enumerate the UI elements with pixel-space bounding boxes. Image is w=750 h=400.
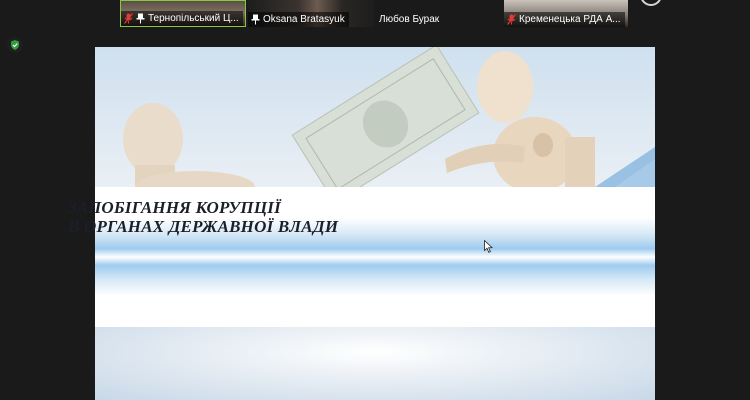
mic-muted-icon: [124, 13, 133, 24]
participant-label-3: Любов Бурак: [376, 12, 443, 27]
participant-tile-4[interactable]: Кременецька РДА А...: [504, 0, 628, 27]
participant-label-2: Oksana Bratasyuk: [248, 12, 349, 27]
participant-name-4: Кременецька РДА А...: [519, 14, 621, 25]
security-shield-icon[interactable]: [7, 37, 23, 53]
participant-name-1: Тернопільський Ц...: [148, 13, 239, 24]
mic-muted-icon: [507, 14, 516, 25]
slide-header-image: [95, 47, 655, 187]
slide-title-line-2: В ОРГАНАХ ДЕРЖАВНОЇ ВЛАДИ: [68, 217, 339, 236]
mannequins-money-illustration: [123, 47, 655, 187]
pin-icon: [251, 14, 260, 25]
participant-label-1: Тернопільський Ц...: [121, 11, 243, 26]
slide-title-line-1: ЗАПОБІГАННЯ КОРУПЦІЇ: [68, 198, 281, 217]
pin-icon: [136, 13, 145, 24]
view-toggle-icon[interactable]: [640, 0, 662, 6]
mouse-pointer-icon: [484, 240, 493, 253]
participant-name-3: Любов Бурак: [379, 14, 440, 25]
participant-name-2: Oksana Bratasyuk: [263, 14, 345, 25]
participant-label-4: Кременецька РДА А...: [504, 12, 625, 27]
slide-footer-background: [95, 327, 655, 400]
participant-tile-3[interactable]: Любов Бурак: [376, 0, 502, 27]
slide-title: ЗАПОБІГАННЯ КОРУПЦІЇ В ОРГАНАХ ДЕРЖАВНОЇ…: [68, 198, 488, 236]
participant-tile-1[interactable]: Тернопільський Ц...: [120, 0, 246, 27]
participant-tile-2[interactable]: Oksana Bratasyuk: [248, 0, 374, 27]
